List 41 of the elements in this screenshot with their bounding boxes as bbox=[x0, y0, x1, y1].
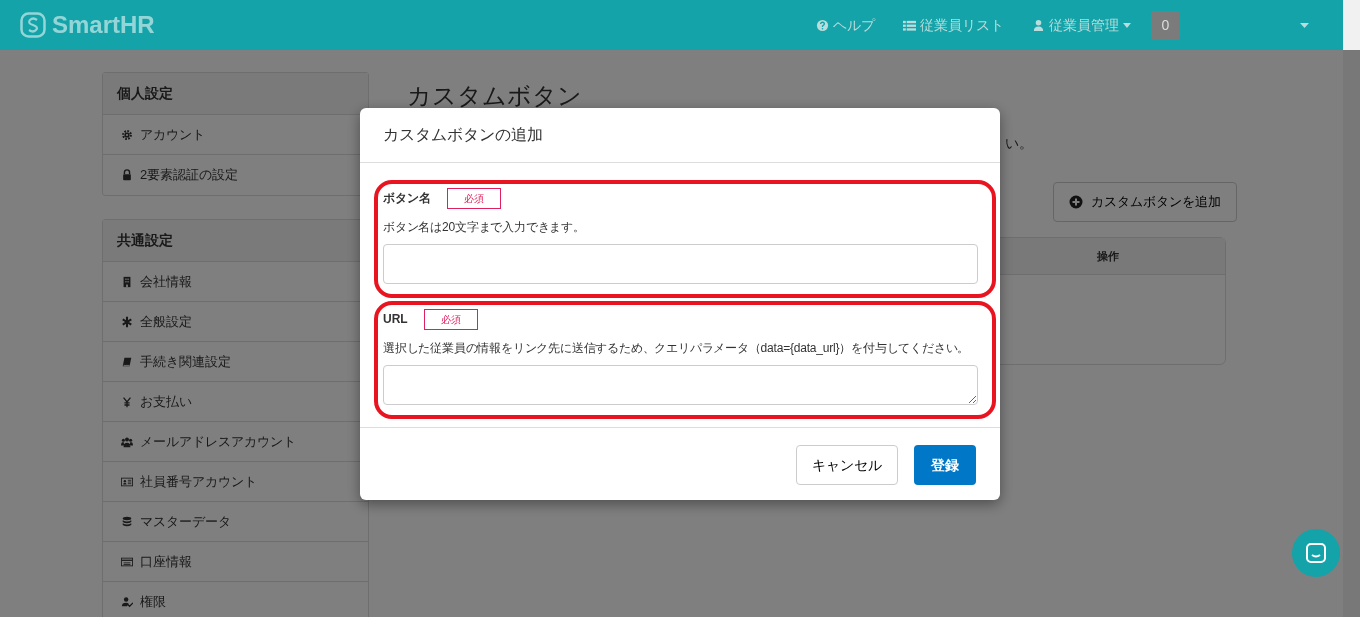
users-icon bbox=[121, 435, 133, 448]
plus-circle-icon bbox=[1069, 194, 1083, 209]
count-badge: 0 bbox=[1151, 10, 1180, 40]
id-card-icon bbox=[121, 475, 133, 488]
scrollbar[interactable] bbox=[1343, 0, 1360, 617]
yen-icon bbox=[121, 395, 133, 408]
user-icon bbox=[1032, 18, 1045, 32]
lock-icon bbox=[121, 169, 133, 181]
card-icon bbox=[121, 555, 133, 568]
sidebar-heading: 個人設定 bbox=[103, 73, 368, 115]
page-title: カスタムボタン bbox=[407, 82, 583, 111]
field-label: ボタン名 bbox=[383, 190, 431, 207]
book-icon bbox=[121, 355, 133, 368]
modal-title: カスタムボタンの追加 bbox=[383, 125, 543, 145]
gear-icon bbox=[121, 128, 133, 141]
field-label: URL bbox=[383, 311, 408, 328]
dropdown-toggle-link[interactable] bbox=[1300, 22, 1309, 28]
add-custom-button[interactable]: カスタムボタンを追加 bbox=[1053, 181, 1237, 222]
sidebar-item[interactable]: 口座情報 bbox=[103, 542, 368, 582]
sidebar-item[interactable]: 権限 bbox=[103, 582, 368, 617]
asterisk-icon bbox=[121, 315, 133, 328]
chat-icon bbox=[1305, 542, 1327, 564]
required-badge: 必須 bbox=[447, 187, 501, 209]
description-text: い。 bbox=[1005, 133, 1034, 153]
question-icon bbox=[816, 18, 829, 32]
database-icon bbox=[121, 515, 133, 528]
sidebar-item[interactable]: マスターデータ bbox=[103, 502, 368, 542]
building-icon bbox=[121, 275, 133, 288]
required-badge: 必須 bbox=[423, 308, 478, 330]
text-input[interactable] bbox=[383, 244, 978, 284]
help-text: 選択した従業員の情報をリンク先に送信するため、クエリパラメータ（data={data_url}）を付与してください。 bbox=[383, 340, 971, 357]
textarea-field[interactable] bbox=[383, 365, 978, 405]
submit-button[interactable]: 登録 bbox=[914, 445, 976, 485]
cancel-button[interactable]: キャンセル bbox=[796, 445, 898, 485]
user-check-icon bbox=[121, 596, 133, 608]
sidebar-item[interactable]: 2要素認証の設定 bbox=[103, 155, 368, 195]
list-icon bbox=[903, 18, 916, 32]
column-header: 操作 bbox=[1097, 248, 1119, 264]
chat-button[interactable] bbox=[1292, 529, 1340, 577]
help-text: ボタン名は20文字まで入力できます。 bbox=[383, 219, 586, 236]
logo-icon bbox=[20, 12, 46, 38]
